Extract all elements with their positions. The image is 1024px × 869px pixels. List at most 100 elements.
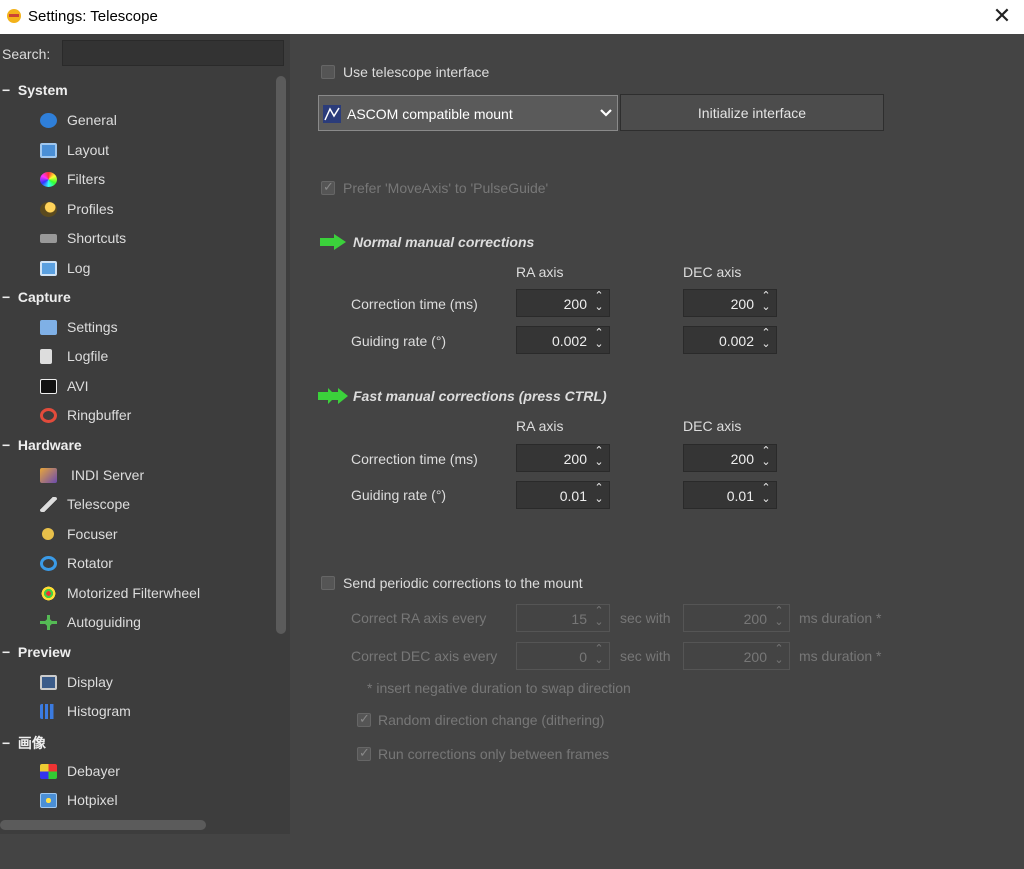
search-label: Search: xyxy=(2,46,51,62)
spin-arrows-icon[interactable]: ⌃ ⌄ xyxy=(759,291,773,313)
fast-ra-time-spinbox[interactable]: 200 ⌃ ⌄ xyxy=(516,444,610,472)
spin-arrows-icon[interactable]: ⌃ ⌄ xyxy=(772,606,786,628)
normal-correction-time-label: Correction time (ms) xyxy=(351,296,478,312)
filterwheel-icon xyxy=(40,585,57,601)
sidebar-item-telescope[interactable]: Telescope xyxy=(40,492,130,516)
fast-dec-header: DEC axis xyxy=(683,418,742,434)
prefer-moveaxis-checkbox[interactable] xyxy=(321,179,335,195)
fast-ra-rate-spinbox[interactable]: 0.01 ⌃ ⌄ xyxy=(516,481,610,509)
sidebar-item-logfile[interactable]: Logfile xyxy=(40,344,108,368)
sidebar-item-indi-server[interactable]: INDI Server xyxy=(40,463,144,487)
sidebar-vertical-scrollbar[interactable] xyxy=(276,76,286,634)
fast-dec-rate-spinbox[interactable]: 0.01 ⌃ ⌄ xyxy=(683,481,777,509)
normal-guiding-rate-label: Guiding rate (°) xyxy=(351,333,447,349)
histogram-icon xyxy=(40,703,57,719)
spin-arrows-icon[interactable]: ⌃ ⌄ xyxy=(759,483,773,505)
log-icon xyxy=(40,260,57,276)
title-bar: Settings: Telescope ✕ xyxy=(0,0,1024,34)
normal-ra-rate-spinbox[interactable]: 0.002 ⌃ ⌄ xyxy=(516,326,610,354)
spin-arrows-icon[interactable]: ⌃ ⌄ xyxy=(759,446,773,468)
fast-guiding-rate-label: Guiding rate (°) xyxy=(351,487,447,503)
telescope-icon xyxy=(40,496,57,512)
green-arrow-icon xyxy=(320,234,346,250)
mount-select[interactable]: ASCOM compatible mount xyxy=(318,95,618,131)
server-icon xyxy=(40,467,57,483)
sidebar-item-filters[interactable]: Filters xyxy=(40,167,105,191)
spin-arrows-icon[interactable]: ⌃ ⌄ xyxy=(592,644,606,666)
sidebar-item-display[interactable]: Display xyxy=(40,670,113,694)
sidebar-item-debayer[interactable]: Debayer xyxy=(40,759,120,783)
sidebar-item-autoguiding[interactable]: Autoguiding xyxy=(40,610,141,634)
spin-arrows-icon[interactable]: ⌃ ⌄ xyxy=(759,328,773,350)
sidebar-item-shortcuts[interactable]: Shortcuts xyxy=(40,226,126,250)
settings-icon xyxy=(40,319,57,335)
spin-arrows-icon[interactable]: ⌃ ⌄ xyxy=(592,446,606,468)
sidebar-item-focuser[interactable]: Focuser xyxy=(40,522,118,546)
correct-ra-label: Correct RA axis every xyxy=(351,610,487,626)
between-frames-label: Run corrections only between frames xyxy=(378,746,610,762)
category-capture[interactable]: − Capture xyxy=(2,289,71,305)
chevron-down-icon xyxy=(600,109,612,117)
random-direction-checkbox[interactable] xyxy=(357,711,371,727)
autoguide-icon xyxy=(40,614,57,630)
correct-dec-label: Correct DEC axis every xyxy=(351,648,498,664)
ra-sec-with-label: sec with xyxy=(620,610,671,626)
dec-ms-duration-label: ms duration * xyxy=(799,648,882,664)
monitor-icon xyxy=(40,674,57,690)
fast-dec-time-spinbox[interactable]: 200 ⌃ ⌄ xyxy=(683,444,777,472)
normal-dec-rate-spinbox[interactable]: 0.002 ⌃ ⌄ xyxy=(683,326,777,354)
periodic-corrections-label: Send periodic corrections to the mount xyxy=(343,575,583,591)
dec-sec-with-label: sec with xyxy=(620,648,671,664)
sidebar-item-hotpixel[interactable]: Hotpixel xyxy=(40,788,118,812)
close-icon[interactable]: ✕ xyxy=(990,4,1014,28)
normal-ra-time-spinbox[interactable]: 200 ⌃ ⌄ xyxy=(516,289,610,317)
prefer-moveaxis-label: Prefer 'MoveAxis' to 'PulseGuide' xyxy=(343,180,549,196)
spin-arrows-icon[interactable]: ⌃ ⌄ xyxy=(592,606,606,628)
category-system[interactable]: − System xyxy=(2,82,68,98)
sidebar-item-layout[interactable]: Layout xyxy=(40,138,109,162)
negative-duration-note: * insert negative duration to swap direc… xyxy=(367,680,631,696)
sidebar-item-rotator[interactable]: Rotator xyxy=(40,551,113,575)
avi-icon xyxy=(40,378,57,394)
ascom-icon xyxy=(323,105,341,123)
use-interface-checkbox[interactable] xyxy=(321,65,335,79)
normal-dec-time-spinbox[interactable]: 200 ⌃ ⌄ xyxy=(683,289,777,317)
sidebar-item-avi[interactable]: AVI xyxy=(40,374,89,398)
use-interface-label: Use telescope interface xyxy=(343,64,490,80)
spin-arrows-icon[interactable]: ⌃ ⌄ xyxy=(592,328,606,350)
category-hardware[interactable]: − Hardware xyxy=(2,437,82,453)
periodic-ra-duration-spinbox[interactable]: 200 ⌃ ⌄ xyxy=(683,604,790,632)
hotpixel-icon xyxy=(40,792,57,808)
rotate-icon xyxy=(40,555,57,571)
spin-arrows-icon[interactable]: ⌃ ⌄ xyxy=(592,291,606,313)
keyboard-icon xyxy=(40,233,57,243)
sidebar-item-profiles[interactable]: Profiles xyxy=(40,197,114,221)
periodic-dec-interval-spinbox[interactable]: 0 ⌃ ⌄ xyxy=(516,642,610,670)
category-image[interactable]: − 画像 xyxy=(2,733,46,753)
ra-ms-duration-label: ms duration * xyxy=(799,610,882,626)
search-input[interactable] xyxy=(62,40,284,66)
fast-ra-header: RA axis xyxy=(516,418,564,434)
gear-icon xyxy=(40,112,57,128)
sidebar-item-ringbuffer[interactable]: Ringbuffer xyxy=(40,403,131,427)
sidebar-item-settings[interactable]: Settings xyxy=(40,315,118,339)
initialize-interface-button[interactable]: Initialize interface xyxy=(620,94,884,131)
mount-select-value: ASCOM compatible mount xyxy=(347,106,513,122)
category-preview[interactable]: − Preview xyxy=(2,644,71,660)
settings-sidebar: Search: − System General Layout Filters … xyxy=(0,34,290,834)
window-title: Settings: Telescope xyxy=(28,8,158,25)
sidebar-horizontal-scrollbar[interactable] xyxy=(0,820,206,830)
color-wheel-icon xyxy=(40,171,57,187)
sidebar-item-general[interactable]: General xyxy=(40,108,117,132)
periodic-corrections-checkbox[interactable] xyxy=(321,576,335,590)
sidebar-item-log[interactable]: Log xyxy=(40,256,90,280)
periodic-dec-duration-spinbox[interactable]: 200 ⌃ ⌄ xyxy=(683,642,790,670)
spin-arrows-icon[interactable]: ⌃ ⌄ xyxy=(592,483,606,505)
normal-corrections-title: Normal manual corrections xyxy=(353,234,535,250)
sidebar-item-histogram[interactable]: Histogram xyxy=(40,699,131,723)
sidebar-item-motorized-filterwheel[interactable]: Motorized Filterwheel xyxy=(40,581,200,605)
spin-arrows-icon[interactable]: ⌃ ⌄ xyxy=(772,644,786,666)
periodic-ra-interval-spinbox[interactable]: 15 ⌃ ⌄ xyxy=(516,604,610,632)
ring-icon xyxy=(40,407,57,423)
between-frames-checkbox[interactable] xyxy=(357,745,371,761)
